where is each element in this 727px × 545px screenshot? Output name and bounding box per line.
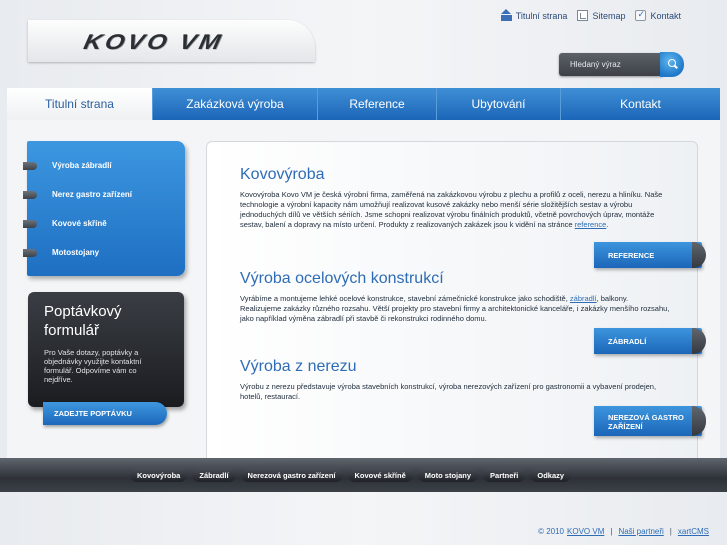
house-icon	[500, 9, 512, 21]
footer-link[interactable]: Kovovýroba	[130, 468, 188, 482]
separator: |	[669, 527, 672, 536]
tab-ubytovani[interactable]: Ubytování	[437, 88, 561, 120]
section-title: Výroba ocelových konstrukcí	[240, 270, 444, 287]
footer-link[interactable]: Odkazy	[530, 468, 572, 482]
section-kovovyroba: Kovovýroba Kovovýroba Kovo VM je česká v…	[240, 166, 670, 230]
inquiry-button[interactable]: ZADEJTE POPTÁVKU	[43, 402, 167, 425]
tab-titulni-strana[interactable]: Titulní strana	[7, 88, 153, 120]
inquiry-form-box: Poptávkový formulář Pro Vaše dotazy, pop…	[28, 292, 184, 407]
tab-kontakt[interactable]: Kontakt	[561, 88, 720, 120]
zabradli-button[interactable]: ZÁBRADLÍ	[594, 328, 706, 354]
inline-link-reference[interactable]: reference	[575, 220, 607, 229]
section-text: Vyrábíme a montujeme lehké ocelové konst…	[240, 294, 670, 323]
copyright-prefix: © 2010	[538, 527, 565, 536]
top-link-label: Sitemap	[592, 10, 626, 21]
side-item-label: Kovové skříně	[52, 219, 107, 228]
partners-link[interactable]: Naši partneři	[618, 527, 663, 536]
tab-reference[interactable]: Reference	[318, 88, 437, 120]
search-input[interactable]	[570, 60, 660, 69]
form-title: Poptávkový formulář	[44, 303, 122, 339]
cms-link[interactable]: xartCMS	[678, 527, 709, 536]
side-item-nerez-gastro[interactable]: Nerez gastro zařízení	[23, 180, 185, 209]
section-title: Kovovýroba	[240, 166, 325, 183]
side-item-label: Výroba zábradlí	[52, 161, 112, 170]
logo[interactable]: KOVO VM	[81, 30, 226, 55]
reference-button[interactable]: REFERENCE	[594, 242, 706, 268]
side-menu: Výroba zábradlí Nerez gastro zařízení Ko…	[23, 141, 185, 276]
footer-link[interactable]: Kovové skříně	[347, 468, 413, 482]
section-title: Výroba z nerezu	[240, 358, 357, 375]
footer-link[interactable]: Zábradlí	[192, 468, 236, 482]
section-text: Výrobu z nerezu představuje výroba stave…	[240, 382, 657, 401]
side-item-label: Motostojany	[52, 248, 100, 257]
top-link-label: Titulní strana	[515, 10, 568, 21]
footer-link[interactable]: Moto stojany	[417, 468, 479, 482]
top-link-home[interactable]: Titulní strana	[500, 9, 568, 21]
main-nav: Titulní strana Zakázková výroba Referenc…	[7, 88, 720, 120]
inline-link-zabradli[interactable]: zábradlí	[570, 294, 597, 303]
top-links: Titulní strana Sitemap Kontakt	[500, 9, 681, 21]
search-button[interactable]	[660, 52, 684, 77]
side-item-label: Nerez gastro zařízení	[52, 190, 133, 199]
footer-nav: Kovovýroba Zábradlí Nerezová gastro zaří…	[130, 468, 572, 482]
side-item-kovove-skrine[interactable]: Kovové skříně	[23, 209, 185, 238]
top-link-label: Kontakt	[650, 10, 681, 21]
footer-link[interactable]: Partneři	[483, 468, 526, 482]
section-text: Kovovýroba Kovo VM je česká výrobní firm…	[240, 190, 663, 229]
top-link-sitemap[interactable]: Sitemap	[577, 10, 625, 21]
header: KOVO VM Titulní strana Sitemap Kontakt	[0, 0, 727, 87]
search-box	[559, 53, 663, 76]
copyright: © 2010 KOVO VM | Naši partneři | xartCMS	[538, 527, 709, 536]
bullet-icon	[23, 249, 37, 257]
bullet-icon	[23, 162, 37, 170]
sitemap-icon	[577, 10, 589, 21]
tab-zakazkova-vyroba[interactable]: Zakázková výroba	[153, 88, 318, 120]
company-link[interactable]: KOVO VM	[567, 527, 604, 536]
footer-link[interactable]: Nerezová gastro zařízení	[240, 468, 343, 482]
section-vyroba-z-nerezu: Výroba z nerezu Výrobu z nerezu představ…	[240, 358, 670, 402]
section-ocelove-konstrukce: Výroba ocelových konstrukcí Vyrábíme a m…	[240, 270, 670, 324]
bullet-icon	[23, 220, 37, 228]
form-description: Pro Vaše dotazy, poptávky a objednávky v…	[44, 348, 142, 384]
side-item-motostojany[interactable]: Motostojany	[23, 238, 185, 267]
bullet-icon	[23, 191, 37, 199]
nerez-gastro-button[interactable]: NEREZOVÁ GASTRO ZAŘÍZENÍ	[594, 406, 706, 436]
contact-icon	[635, 9, 647, 21]
top-link-contact[interactable]: Kontakt	[635, 9, 681, 21]
side-item-vyroba-zabradli[interactable]: Výroba zábradlí	[23, 151, 185, 180]
separator: |	[610, 527, 613, 536]
logo-strip[interactable]: KOVO VM	[28, 20, 315, 62]
